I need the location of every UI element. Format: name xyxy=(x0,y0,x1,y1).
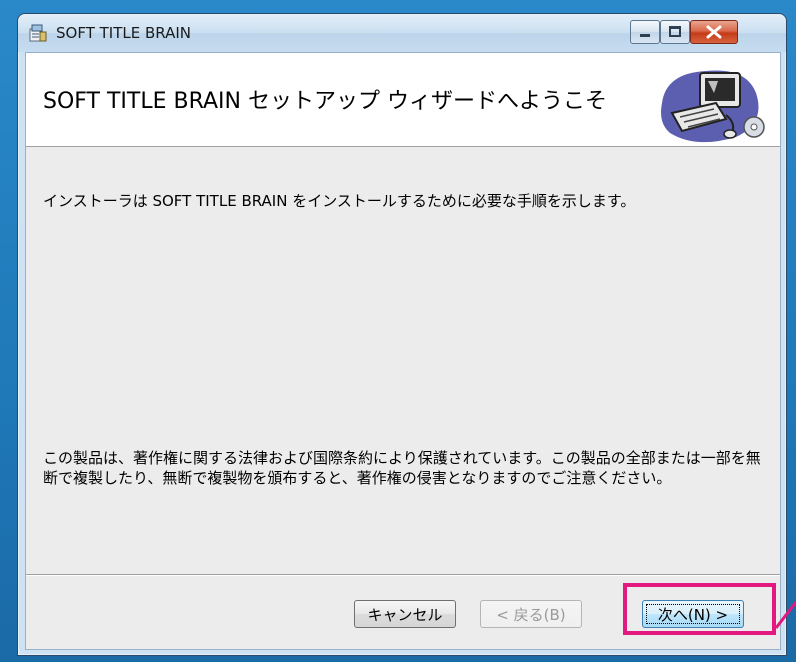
title-bar[interactable]: SOFT TITLE BRAIN xyxy=(18,14,786,52)
copyright-notice: この製品は、著作権に関する法律および国際条約により保護されています。この製品の全… xyxy=(43,449,761,487)
maximize-icon xyxy=(669,26,681,37)
installer-window: SOFT TITLE BRAIN SOFT TITLE BRAIN セットアップ… xyxy=(17,13,787,656)
dialog-client-area: SOFT TITLE BRAIN セットアップ ウィザードへようこそ インストー… xyxy=(25,52,781,650)
footer-divider xyxy=(26,574,780,576)
cancel-button[interactable]: キャンセル xyxy=(354,600,456,628)
wizard-banner: SOFT TITLE BRAIN セットアップ ウィザードへようこそ xyxy=(26,53,780,147)
intro-text: インストーラは SOFT TITLE BRAIN をインストールするために必要な… xyxy=(43,192,636,210)
close-icon xyxy=(706,25,722,39)
back-button[interactable]: < 戻る(B) xyxy=(480,600,582,628)
next-button-highlight xyxy=(623,583,776,635)
installer-app-icon xyxy=(29,24,47,42)
callout-pointer xyxy=(776,601,796,629)
window-title: SOFT TITLE BRAIN xyxy=(56,24,191,42)
minimize-button[interactable] xyxy=(630,20,660,44)
minimize-icon xyxy=(640,34,650,37)
back-button-label: < 戻る(B) xyxy=(496,605,566,624)
banner-title: SOFT TITLE BRAIN セットアップ ウィザードへようこそ xyxy=(43,89,607,114)
maximize-button[interactable] xyxy=(660,20,690,44)
computer-setup-icon xyxy=(661,70,765,143)
cancel-button-label: キャンセル xyxy=(367,605,443,624)
close-button[interactable] xyxy=(690,20,738,44)
